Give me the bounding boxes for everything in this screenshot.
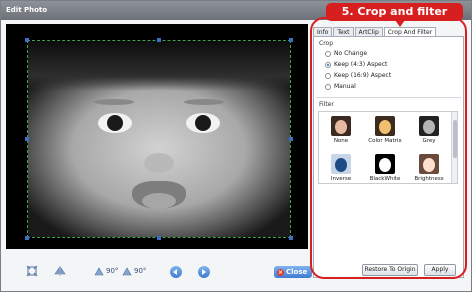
fit-icon[interactable] [26,264,38,278]
crop-handle-t[interactable] [157,38,161,42]
crop-handle-b[interactable] [157,236,161,240]
crop-rectangle[interactable] [25,38,293,240]
callout-tail [395,20,405,27]
photo-canvas[interactable] [6,24,308,249]
crop-handle-l[interactable] [25,137,29,141]
callout-label: 5. Crop and filter [326,3,463,21]
previous-photo-button[interactable] [170,266,182,278]
highlight-outline [310,17,467,279]
next-photo-button[interactable] [198,266,210,278]
close-icon: × [277,268,284,276]
close-button[interactable]: × Close [274,266,313,278]
rotate-left-button[interactable]: 90° [94,264,118,278]
crop-handle-tr[interactable] [289,38,293,42]
photo-toolbar: 90° 90° × Close [6,262,313,282]
crop-handle-tl[interactable] [25,38,29,42]
flip-icon[interactable] [54,264,66,278]
crop-handle-r[interactable] [289,137,293,141]
rotate-right-label: 90° [134,267,147,275]
crop-handle-bl[interactable] [25,236,29,240]
rotate-left-label: 90° [106,267,119,275]
close-label: Close [286,268,308,276]
rotate-left-icon [94,267,104,276]
rotate-right-icon [122,267,132,276]
crop-handle-br[interactable] [289,236,293,240]
rotate-right-button[interactable]: 90° [122,264,146,278]
